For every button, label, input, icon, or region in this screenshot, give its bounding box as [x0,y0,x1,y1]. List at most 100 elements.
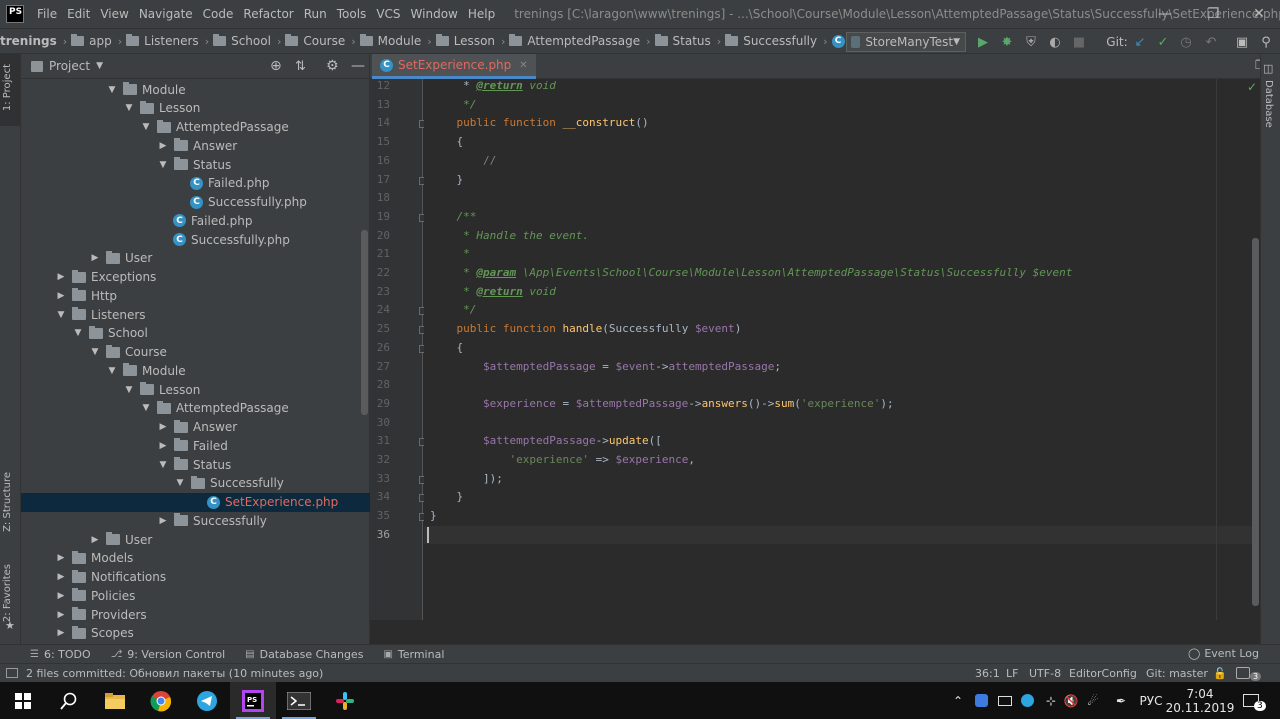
tab-database[interactable]: Database [1263,80,1274,128]
debug-icon[interactable]: ✸ [997,32,1017,52]
tree-item[interactable]: ▼ Listeners [21,305,370,324]
breadcrumb-item[interactable]: app › [67,34,122,48]
collapsed-arrow-icon[interactable]: ▶ [55,291,67,301]
editor-scrollbar[interactable] [1252,238,1259,606]
tree-item[interactable]: ▶ Exceptions [21,268,370,287]
editor-config[interactable]: EditorConfig [1069,667,1137,680]
expanded-arrow-icon[interactable]: ▼ [106,366,118,376]
terminal-button[interactable] [276,682,322,719]
menu-code[interactable]: Code [198,0,239,28]
collapsed-arrow-icon[interactable]: ▶ [157,422,169,432]
collapsed-arrow-icon[interactable]: ▶ [55,272,67,282]
menu-window[interactable]: Window [406,0,463,28]
breadcrumb-item[interactable]: AttemptedPassage › [505,34,651,48]
code-line[interactable]: public function handle(Successfully $eve… [430,320,742,339]
tree-item[interactable]: ▼ Lesson [21,380,370,399]
coverage-icon[interactable]: ⛨ [1021,32,1041,52]
tree-item[interactable]: ▶ Providers [21,605,370,624]
breadcrumb-item[interactable]: School › [209,34,281,48]
collapsed-arrow-icon[interactable]: ▶ [55,572,67,582]
event-log-counter-icon[interactable] [1236,667,1250,679]
collapsed-arrow-icon[interactable]: ▶ [157,441,169,451]
tree-item[interactable]: ▶ Notifications [21,568,370,587]
tree-item[interactable]: ▶ Scopes [21,624,370,643]
menu-help[interactable]: Help [463,0,500,28]
status-message[interactable]: 2 files committed: Обновил пакеты (10 mi… [26,667,323,680]
collapsed-arrow-icon[interactable]: ▶ [55,628,67,638]
git-commit-icon[interactable]: ✓ [1153,32,1173,52]
tool-tab-terminal[interactable]: ▣ Terminal [383,648,444,661]
line-separator[interactable]: LF [1006,667,1018,680]
expanded-arrow-icon[interactable]: ▼ [157,460,169,470]
tray-pen-icon[interactable]: ✒ [1112,682,1130,719]
tree-item[interactable]: C Successfully.php [21,230,370,249]
tree-item[interactable]: ▶ Failed [21,436,370,455]
tree-item[interactable]: ▶ User [21,530,370,549]
project-tree-scrollbar[interactable] [361,230,368,415]
code-line[interactable]: /** [430,208,476,227]
tree-item[interactable]: ▶ User [21,249,370,268]
breadcrumb-item[interactable]: Successfully › [721,34,828,48]
menu-file[interactable]: File [32,0,62,28]
tree-item[interactable]: C Successfully.php [21,193,370,212]
tree-item[interactable]: ▶ Answer [21,136,370,155]
chevron-down-icon[interactable]: ▼ [96,61,103,71]
code-line[interactable]: */ [430,301,476,320]
minimize-icon[interactable]: — [1142,0,1188,28]
caret-position[interactable]: 36:1 [975,667,1000,680]
breadcrumb-item[interactable]: Course › [281,34,356,48]
code-line[interactable]: ]); [430,470,503,489]
search-button[interactable] [46,682,92,719]
settings-gear-icon[interactable]: ⚙ [326,58,339,74]
menu-view[interactable]: View [95,0,133,28]
tree-item[interactable]: ▼ Status [21,155,370,174]
code-line[interactable]: public function __construct() [430,114,649,133]
collapsed-arrow-icon[interactable]: ▶ [157,141,169,151]
input-language[interactable]: РУС [1138,682,1164,719]
collapsed-arrow-icon[interactable]: ▶ [157,516,169,526]
code-line[interactable]: * @return void [430,283,556,302]
code-line[interactable]: $experience = $attemptedPassage->answers… [430,395,894,414]
chrome-button[interactable] [138,682,184,719]
hide-panel-icon[interactable]: — [351,58,365,74]
collapsed-arrow-icon[interactable]: ▶ [55,553,67,563]
tree-item[interactable]: C SetExperience.php [21,492,370,512]
breadcrumb-item[interactable]: Listeners › [122,34,209,48]
tree-item[interactable]: ▼ Module [21,80,370,99]
code-line[interactable]: } [430,171,463,190]
tree-item[interactable]: ▼ Lesson [21,99,370,118]
telegram-button[interactable] [184,682,230,719]
breadcrumb-item[interactable]: Module › [356,34,432,48]
expanded-arrow-icon[interactable]: ▼ [106,85,118,95]
tool-windows-toggle-icon[interactable] [6,668,18,678]
expanded-arrow-icon[interactable]: ▼ [55,310,67,320]
tray-volume-muted-icon[interactable]: 🔇 [1062,682,1080,719]
tree-item[interactable]: C Failed.php [21,211,370,230]
tool-tab-database-changes[interactable]: ▤ Database Changes [245,648,363,661]
code-line[interactable]: $attemptedPassage = $event->attemptedPas… [430,358,781,377]
tool-tab-todo[interactable]: ☰ 6: TODO [30,648,91,661]
code-line[interactable]: 'experience' => $experience, [430,451,694,470]
tab-favorites[interactable]: 2: Favorites [2,564,13,622]
tree-item[interactable]: ▼ AttemptedPassage [21,399,370,418]
breadcrumb-item[interactable]: Status › [651,34,721,48]
collapse-all-icon[interactable]: ⇅ [295,59,306,74]
code-editor[interactable]: * @return void */ public function __cons… [424,79,1252,620]
expanded-arrow-icon[interactable]: ▼ [123,385,135,395]
search-everywhere-icon[interactable]: ⚲ [1256,32,1276,52]
locate-file-icon[interactable]: ⊕ [270,58,282,74]
project-view-select[interactable]: Project [49,59,90,73]
close-tab-icon[interactable]: ✕ [519,60,527,71]
tab-set-experience[interactable]: C SetExperience.php ✕ [372,54,536,79]
close-window-icon[interactable]: ✕ [1236,0,1280,28]
tray-network-icon[interactable]: ⊹ [1042,682,1060,719]
tray-telegram-icon[interactable] [1018,682,1036,719]
restore-window-icon[interactable]: ❐ [1190,0,1236,28]
breadcrumb-item[interactable]: trenings › [0,34,67,48]
breadcrumb-item[interactable]: Lesson › [432,34,505,48]
code-line[interactable]: $attemptedPassage->update([ [430,432,662,451]
tray-wifi-icon[interactable]: ☄ [1084,682,1102,719]
menu-run[interactable]: Run [299,0,332,28]
tree-item[interactable]: ▶ Http [21,286,370,305]
tree-item[interactable]: ▶ Policies [21,586,370,605]
